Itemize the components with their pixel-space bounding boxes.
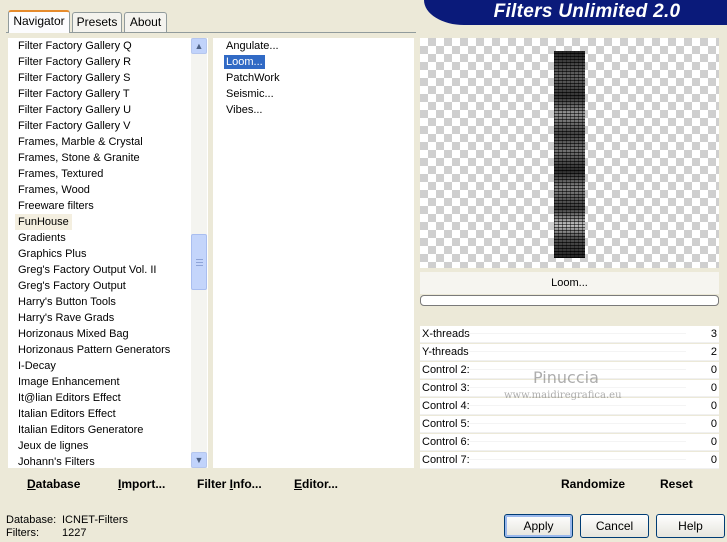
category-item[interactable]: Frames, Wood xyxy=(18,182,90,198)
category-item[interactable]: Johann's Filters xyxy=(18,454,95,470)
scroll-grip-line xyxy=(196,259,203,260)
control-row[interactable]: Control 5: 0 xyxy=(420,416,719,433)
control-value: 3 xyxy=(710,328,717,340)
category-item[interactable]: Image Enhancement xyxy=(18,374,120,390)
filter-item[interactable]: PatchWork xyxy=(224,71,282,85)
scroll-up-button[interactable]: ▲ xyxy=(191,38,207,54)
control-value: 0 xyxy=(710,418,717,430)
category-item[interactable]: I-Decay xyxy=(18,358,56,374)
tab-presets[interactable]: Presets xyxy=(72,12,122,32)
control-slider[interactable] xyxy=(466,333,686,334)
database-button[interactable]: Database xyxy=(27,476,80,492)
watermark-url: www.maidiregrafica.eu xyxy=(504,390,622,401)
control-slider[interactable] xyxy=(466,459,686,460)
category-item[interactable]: Frames, Stone & Granite xyxy=(18,150,140,166)
control-label: Y-threads xyxy=(422,346,469,358)
category-item[interactable]: FunHouse xyxy=(15,214,72,230)
control-label: Control 7: xyxy=(422,454,470,466)
control-slider[interactable] xyxy=(466,423,686,424)
control-label: Control 3: xyxy=(422,382,470,394)
filter-item[interactable]: Seismic... xyxy=(224,87,276,101)
category-item[interactable]: Italian Editors Generatore xyxy=(18,422,143,438)
category-item[interactable]: Frames, Textured xyxy=(18,166,103,182)
preview-filter-name: Loom... xyxy=(420,272,719,294)
title-banner: Filters Unlimited 2.0 xyxy=(424,0,727,25)
category-item[interactable]: Italian Editors Effect xyxy=(18,406,116,422)
import-button[interactable]: Import... xyxy=(118,476,165,492)
category-item[interactable]: Jeux de lignes xyxy=(18,438,88,454)
control-slider[interactable] xyxy=(466,387,686,388)
control-value: 0 xyxy=(710,364,717,376)
category-item[interactable]: Harry's Rave Grads xyxy=(18,310,114,326)
filter-item[interactable]: Angulate... xyxy=(224,39,281,53)
category-item[interactable]: Freeware filters xyxy=(18,198,94,214)
category-item[interactable]: Graphics Plus xyxy=(18,246,86,262)
control-value: 0 xyxy=(710,400,717,412)
control-row[interactable]: Y-threads 2 xyxy=(420,344,719,361)
filters-count-value: 1227 xyxy=(62,527,87,539)
control-value: 0 xyxy=(710,436,717,448)
help-button[interactable]: Help xyxy=(656,514,725,538)
filter-item[interactable]: Vibes... xyxy=(224,103,265,117)
tab-about[interactable]: About xyxy=(124,12,167,32)
control-row[interactable]: Control 6: 0 xyxy=(420,434,719,451)
control-label: Control 6: xyxy=(422,436,470,448)
category-item[interactable]: Filter Factory Gallery V xyxy=(18,118,130,134)
control-label: Control 4: xyxy=(422,400,470,412)
filters-count-label: Filters: xyxy=(6,527,39,539)
control-slider[interactable] xyxy=(466,441,686,442)
scroll-grip-line xyxy=(196,265,203,266)
progress-bar xyxy=(420,295,719,306)
category-item[interactable]: Frames, Marble & Crystal xyxy=(18,134,143,150)
category-item[interactable]: Greg's Factory Output Vol. II xyxy=(18,262,156,278)
category-item[interactable]: Filter Factory Gallery R xyxy=(18,54,131,70)
editor-button[interactable]: Editor... xyxy=(294,476,338,492)
preview-image xyxy=(554,51,585,258)
category-scrollbar[interactable]: ▲ ▼ xyxy=(191,38,207,468)
apply-button[interactable]: Apply xyxy=(504,514,573,538)
category-item[interactable]: Horizonaus Pattern Generators xyxy=(18,342,170,358)
category-item[interactable]: Greg's Factory Output xyxy=(18,278,126,294)
control-slider[interactable] xyxy=(466,351,686,352)
category-item[interactable]: Filter Factory Gallery U xyxy=(18,102,131,118)
app-title: Filters Unlimited 2.0 xyxy=(493,1,681,22)
category-item[interactable]: Filter Factory Gallery Q xyxy=(18,38,132,54)
randomize-button[interactable]: Randomize xyxy=(561,476,625,492)
category-item[interactable]: Filter Factory Gallery S xyxy=(18,70,130,86)
control-row[interactable]: X-threads 3 xyxy=(420,326,719,343)
preview-area xyxy=(420,38,719,268)
control-label: Control 2: xyxy=(422,364,470,376)
database-label: Database: xyxy=(6,514,57,526)
control-value: 0 xyxy=(710,454,717,466)
control-value: 0 xyxy=(710,382,717,394)
control-label: Control 5: xyxy=(422,418,470,430)
scroll-down-button[interactable]: ▼ xyxy=(191,452,207,468)
category-item[interactable]: Filter Factory Gallery T xyxy=(18,86,130,102)
scroll-thumb[interactable] xyxy=(191,234,207,290)
watermark-name: Pinuccia xyxy=(533,368,599,387)
category-item[interactable]: Gradients xyxy=(18,230,66,246)
control-slider[interactable] xyxy=(466,405,686,406)
database-value: ICNET-Filters xyxy=(62,514,128,526)
tab-navigator[interactable]: Navigator xyxy=(8,10,70,33)
filter-info-button[interactable]: Filter Info... xyxy=(197,476,262,492)
scroll-grip-line xyxy=(196,262,203,263)
control-label: X-threads xyxy=(422,328,470,340)
category-item[interactable]: Harry's Button Tools xyxy=(18,294,116,310)
category-item[interactable]: It@lian Editors Effect xyxy=(18,390,121,406)
control-row[interactable]: Control 7: 0 xyxy=(420,452,719,469)
category-item[interactable]: Horizonaus Mixed Bag xyxy=(18,326,129,342)
control-value: 2 xyxy=(710,346,717,358)
filter-item[interactable]: Loom... xyxy=(224,55,265,69)
reset-button[interactable]: Reset xyxy=(660,476,693,492)
cancel-button[interactable]: Cancel xyxy=(580,514,649,538)
